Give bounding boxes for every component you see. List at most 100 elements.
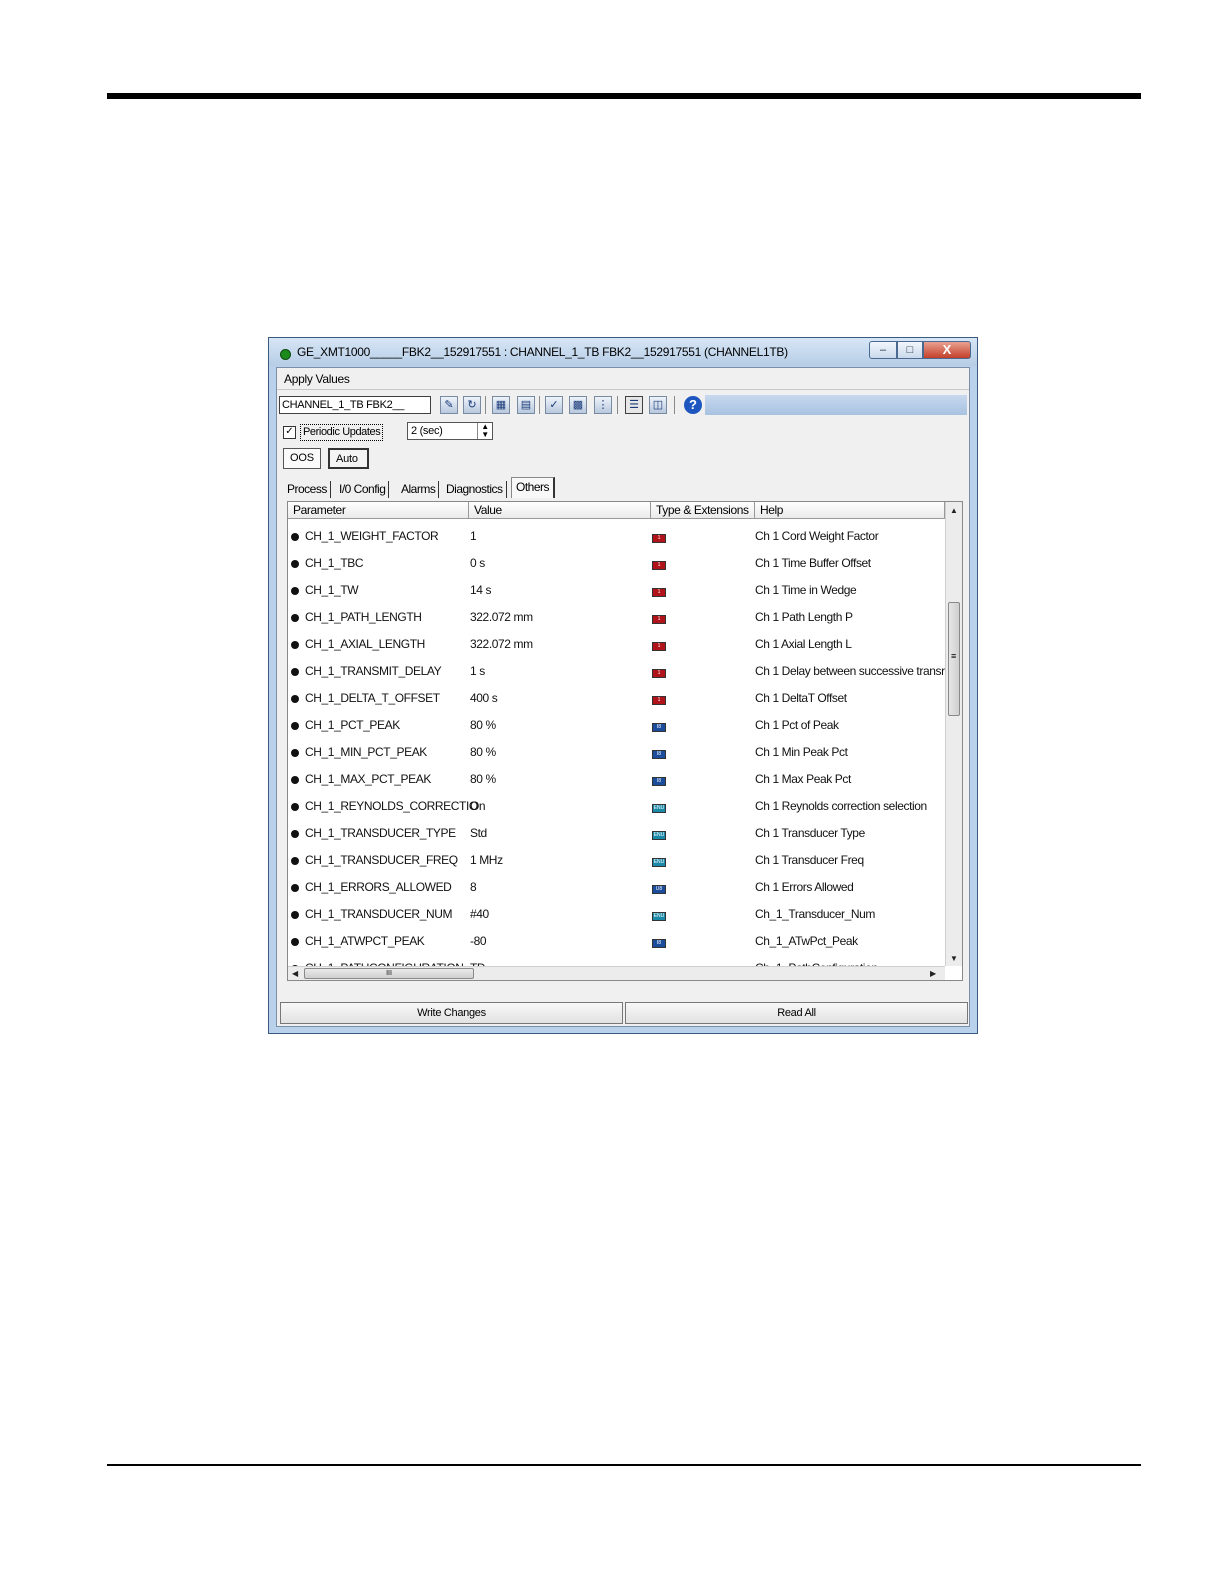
parameter-value[interactable]: 1 bbox=[470, 529, 477, 543]
minimize-button[interactable]: – bbox=[869, 341, 897, 359]
parameter-name: CH_1_TRANSDUCER_FREQ bbox=[305, 853, 458, 867]
maximize-button[interactable]: □ bbox=[897, 341, 923, 359]
checklist-icon[interactable]: ✓ bbox=[545, 396, 563, 414]
parameter-value[interactable]: 8 bbox=[470, 880, 477, 894]
read-all-button[interactable]: Read All bbox=[625, 1002, 968, 1024]
scroll-up-arrow-icon[interactable]: ▲ bbox=[950, 506, 958, 515]
column-header-parameter[interactable]: Parameter bbox=[288, 502, 469, 519]
page-bottom-rule bbox=[107, 1464, 1141, 1466]
row-bullet-icon bbox=[291, 776, 299, 784]
title-bar[interactable]: GE_XMT1000_____FBK2__152917551 : CHANNEL… bbox=[269, 338, 977, 366]
parameter-value[interactable]: 322.072 mm bbox=[470, 610, 533, 624]
horizontal-scrollbar[interactable]: ◀ III ▶ bbox=[288, 966, 945, 980]
connections-icon[interactable]: ⋮ bbox=[594, 396, 612, 414]
tab-diagnostics[interactable]: Diagnostics bbox=[446, 481, 507, 498]
table-row[interactable]: CH_1_DELTA_T_OFFSET 400 s 1 Ch 1 DeltaT Off… bbox=[288, 685, 944, 712]
update-interval-spinner[interactable]: 2 (sec) ▲ ▼ bbox=[407, 422, 493, 440]
edit-icon[interactable]: ✎ bbox=[440, 396, 458, 414]
type-teal-icon: ENU bbox=[652, 858, 666, 867]
type-teal-icon: ENU bbox=[652, 804, 666, 813]
table-row[interactable]: CH_1_TRANSMIT_DELAY 1 s 1 Ch 1 Delay betwee… bbox=[288, 658, 945, 685]
type-red-icon: 1 bbox=[652, 669, 666, 678]
type-blue-icon: I8 bbox=[652, 723, 666, 732]
table-row[interactable]: CH_1_REYNOLDS_CORRECTIO On ENU Ch 1 Reynold… bbox=[288, 793, 944, 820]
type-blue-icon: I8 bbox=[652, 777, 666, 786]
parameter-help: Ch 1 Max Peak Pct bbox=[755, 772, 851, 786]
column-header-value[interactable]: Value bbox=[469, 502, 651, 519]
table-row[interactable]: CH_1_MIN_PCT_PEAK 80 % I8 Ch 1 Min Peak Pct bbox=[288, 739, 944, 766]
parameter-help: Ch 1 Pct of Peak bbox=[755, 718, 839, 732]
parameter-name: CH_1_TRANSMIT_DELAY bbox=[305, 664, 442, 678]
table-row[interactable]: CH_1_WEIGHT_FACTOR 1 1 Ch 1 Cord Weight Fac… bbox=[288, 523, 944, 550]
table-row[interactable]: CH_1_PATH_LENGTH 322.072 mm 1 Ch 1 Path Len… bbox=[288, 604, 944, 631]
parameter-value[interactable]: #40 bbox=[470, 907, 489, 921]
table-row[interactable]: CH_1_TBC 0 s 1 Ch 1 Time Buffer Offset bbox=[288, 550, 944, 577]
window-title: GE_XMT1000_____FBK2__152917551 : CHANNEL… bbox=[297, 345, 788, 359]
update-options: ✓ Periodic Updates 2 (sec) ▲ ▼ bbox=[277, 421, 969, 445]
spinner-arrows-icon[interactable]: ▲ ▼ bbox=[477, 423, 492, 439]
tab-alarms[interactable]: Alarms bbox=[401, 481, 440, 498]
tab-io-config[interactable]: I/0 Config bbox=[339, 481, 390, 498]
fieldbus-block-window: GE_XMT1000_____FBK2__152917551 : CHANNEL… bbox=[268, 337, 978, 1034]
parameter-value[interactable]: 80 % bbox=[470, 772, 496, 786]
row-bullet-icon bbox=[291, 614, 299, 622]
parameter-help: Ch_1_Transducer_Num bbox=[755, 907, 876, 921]
folder-icon[interactable]: ▩ bbox=[569, 396, 587, 414]
parameter-value[interactable]: 1 s bbox=[470, 664, 485, 678]
parameter-value[interactable]: 1 MHz bbox=[470, 853, 503, 867]
refresh-icon[interactable]: ↻ bbox=[463, 396, 481, 414]
table-row[interactable]: CH_1_TW 14 s 1 Ch 1 Time in Wedge bbox=[288, 577, 944, 604]
column-header-help[interactable]: Help bbox=[755, 502, 945, 519]
chart-icon[interactable]: ▤ bbox=[517, 396, 535, 414]
write-changes-button[interactable]: Write Changes bbox=[280, 1002, 623, 1024]
oos-mode-button[interactable]: OOS bbox=[283, 448, 321, 469]
columns-view-icon[interactable]: ◫ bbox=[649, 396, 667, 414]
parameter-name: CH_1_REYNOLDS_CORRECTIO bbox=[305, 799, 478, 813]
row-bullet-icon bbox=[291, 884, 299, 892]
menu-bar: Apply Values bbox=[277, 368, 969, 390]
row-bullet-icon bbox=[291, 695, 299, 703]
table-row[interactable]: CH_1_AXIAL_LENGTH 322.072 mm 1 Ch 1 Axial L… bbox=[288, 631, 944, 658]
parameter-value[interactable]: -80 bbox=[470, 934, 487, 948]
parameter-value[interactable]: 400 s bbox=[470, 691, 498, 705]
apply-values-menu[interactable]: Apply Values bbox=[284, 372, 350, 386]
parameter-value[interactable]: 80 % bbox=[470, 718, 496, 732]
close-button[interactable]: X bbox=[923, 341, 971, 359]
horizontal-scroll-thumb[interactable]: III bbox=[304, 968, 474, 979]
periodic-updates-checkbox[interactable]: ✓ bbox=[283, 426, 296, 439]
calendar-icon[interactable]: ▦ bbox=[492, 396, 510, 414]
tab-others[interactable]: Others bbox=[511, 477, 556, 498]
parameter-name: CH_1_MAX_PCT_PEAK bbox=[305, 772, 431, 786]
vertical-scroll-thumb[interactable]: ≡ bbox=[948, 602, 960, 716]
window-client: Apply Values CHANNEL_1_TB FBK2__ ✎ ↻ ▦ ▤… bbox=[276, 367, 970, 1027]
scroll-right-arrow-icon[interactable]: ▶ bbox=[930, 969, 936, 978]
type-teal-icon: ENU bbox=[652, 831, 666, 840]
table-row[interactable]: CH_1_ATWPCT_PEAK -80 I8 Ch_1_ATwPct_Peak bbox=[288, 928, 944, 955]
toolbar-separator bbox=[539, 396, 540, 414]
parameter-value[interactable]: 0 s bbox=[470, 556, 485, 570]
table-row[interactable]: CH_1_TRANSDUCER_TYPE Std ENU Ch 1 Transduce… bbox=[288, 820, 944, 847]
parameter-value[interactable]: 322.072 mm bbox=[470, 637, 533, 651]
list-view-icon[interactable]: ☰ bbox=[625, 396, 643, 414]
block-selector[interactable]: CHANNEL_1_TB FBK2__ bbox=[279, 396, 431, 414]
grid-header: Parameter Value Type & Extensions Help bbox=[288, 502, 962, 519]
parameter-value[interactable]: Std bbox=[470, 826, 487, 840]
periodic-updates-label[interactable]: Periodic Updates bbox=[300, 424, 384, 441]
table-row[interactable]: CH_1_ERRORS_ALLOWED 8 U8 Ch 1 Errors Allowe… bbox=[288, 874, 944, 901]
table-row[interactable]: CH_1_TRANSDUCER_FREQ 1 MHz ENU Ch 1 Transdu… bbox=[288, 847, 944, 874]
auto-mode-button[interactable]: Auto bbox=[328, 448, 369, 469]
column-header-type[interactable]: Type & Extensions bbox=[651, 502, 755, 519]
vertical-scrollbar[interactable]: ▲ ≡ ▼ bbox=[945, 502, 962, 966]
scroll-left-arrow-icon[interactable]: ◀ bbox=[292, 969, 298, 978]
row-bullet-icon bbox=[291, 668, 299, 676]
help-icon[interactable]: ? bbox=[684, 396, 702, 414]
tab-process[interactable]: Process bbox=[287, 481, 331, 498]
scroll-down-arrow-icon[interactable]: ▼ bbox=[950, 954, 958, 963]
type-red-icon: 1 bbox=[652, 588, 666, 597]
parameter-value[interactable]: On bbox=[470, 799, 486, 813]
parameter-value[interactable]: 14 s bbox=[470, 583, 491, 597]
table-row[interactable]: CH_1_MAX_PCT_PEAK 80 % I8 Ch 1 Max Peak Pct bbox=[288, 766, 944, 793]
table-row[interactable]: CH_1_TRANSDUCER_NUM #40 ENU Ch_1_Transducer… bbox=[288, 901, 944, 928]
parameter-value[interactable]: 80 % bbox=[470, 745, 496, 759]
table-row[interactable]: CH_1_PCT_PEAK 80 % I8 Ch 1 Pct of Peak bbox=[288, 712, 944, 739]
